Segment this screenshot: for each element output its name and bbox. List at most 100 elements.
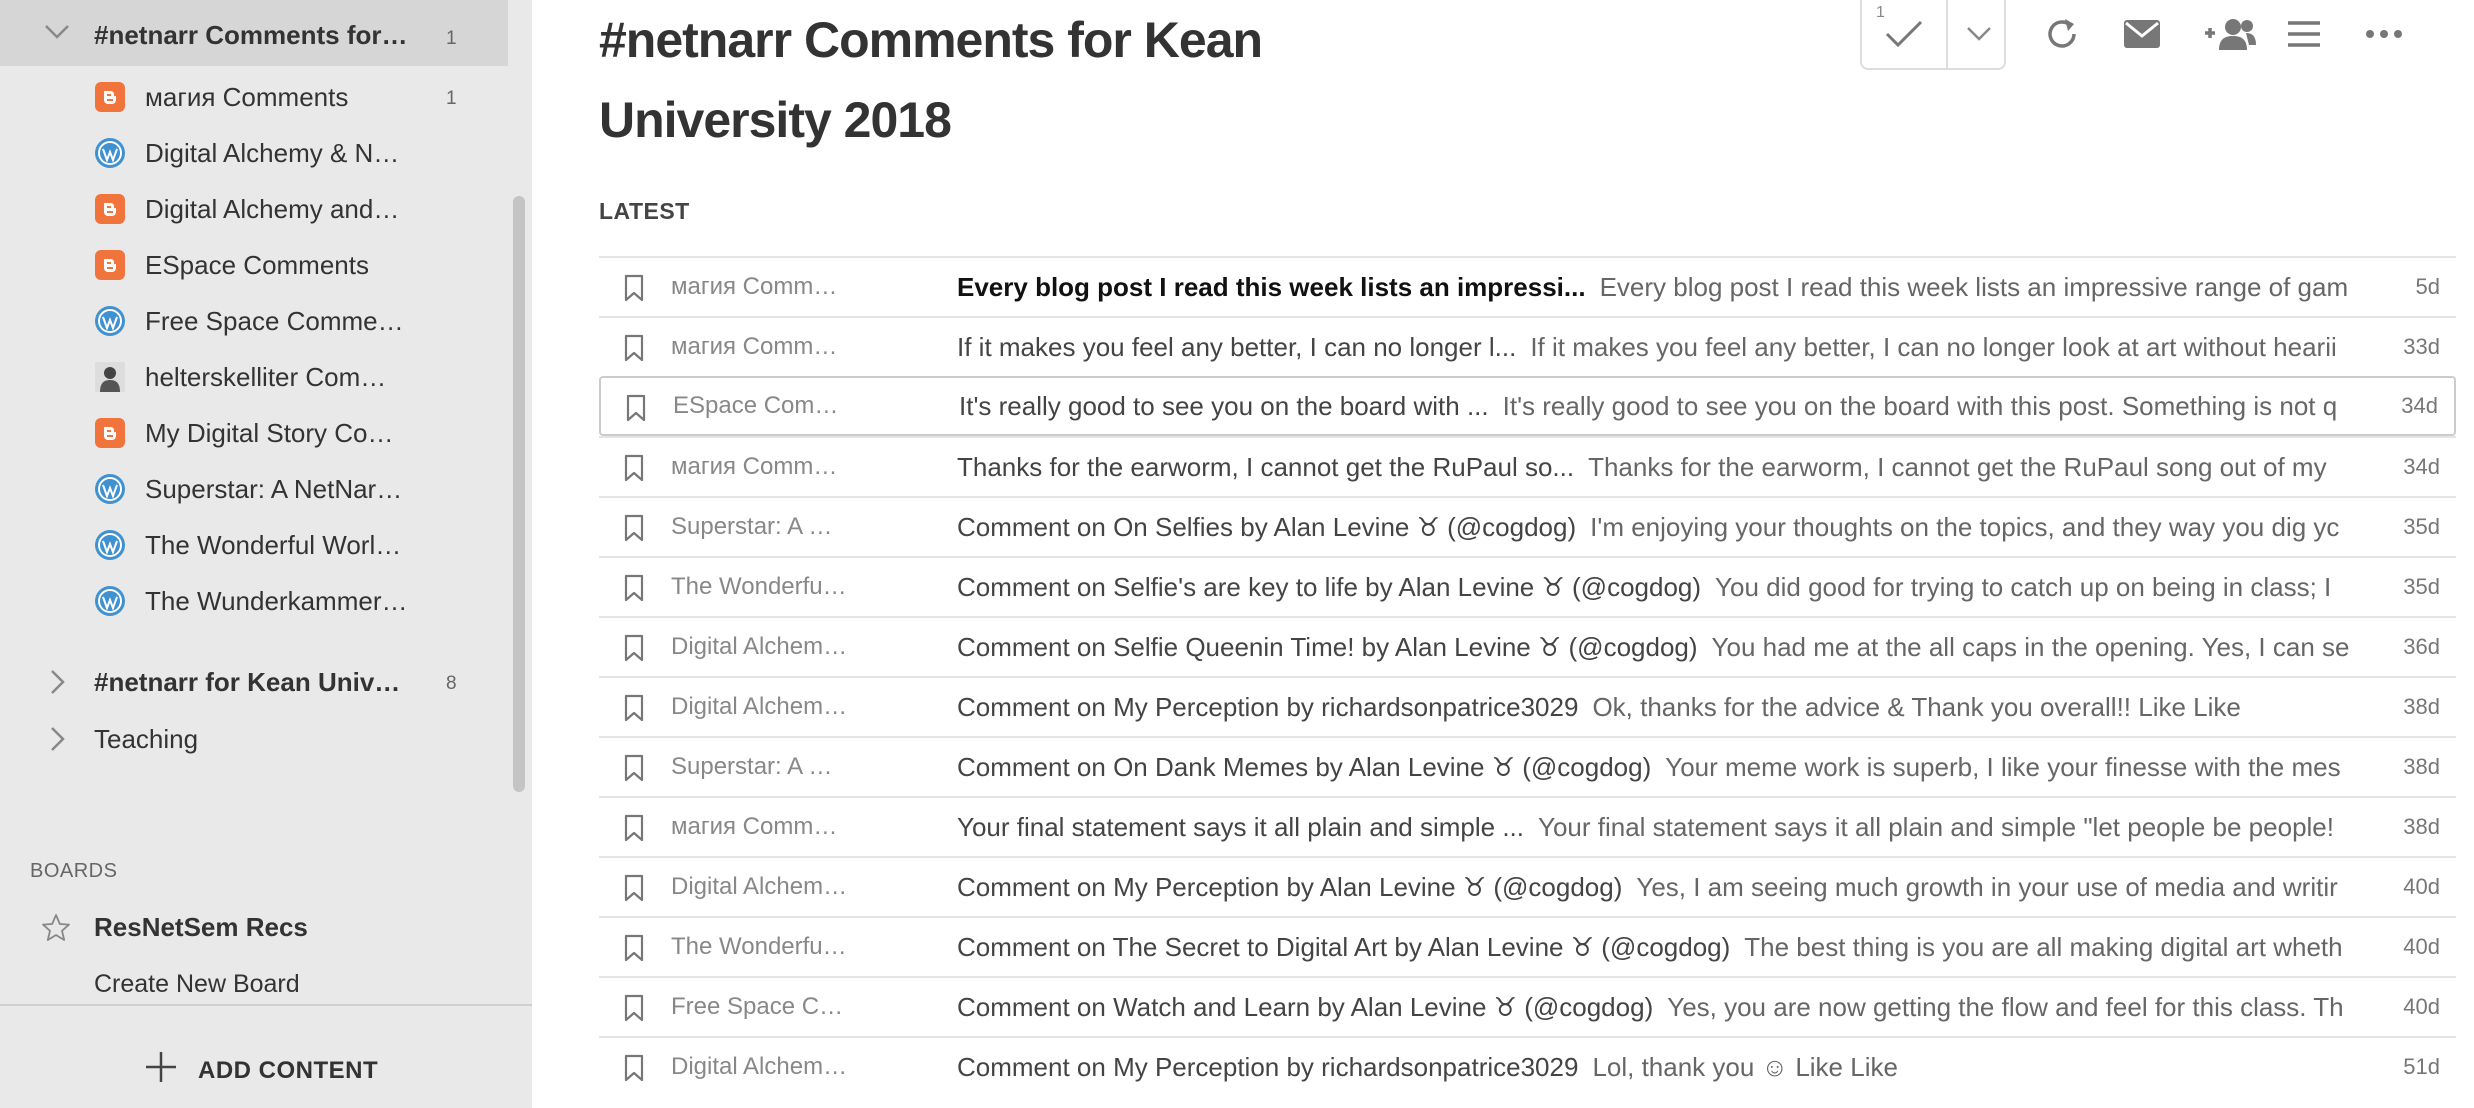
feed-item[interactable]: Free Space Comme… [0, 294, 508, 348]
feed-item[interactable]: магия Comments 1 [0, 70, 508, 124]
share-people-icon[interactable] [2202, 14, 2258, 54]
entry-snippet: Yes, I am seeing much growth in your use… [1636, 871, 2338, 902]
entry-row[interactable]: магия Comm… Thanks for the earworm, I can… [599, 436, 2456, 496]
entry-title: Comment on My Perception by Alan Levine … [957, 871, 1623, 902]
bookmark-icon[interactable] [623, 814, 645, 847]
board-item-resnetsem[interactable]: ResNetSem Recs [94, 912, 308, 943]
bookmark-icon[interactable] [623, 274, 645, 307]
entry-source: Digital Alchem… [671, 873, 848, 900]
create-new-board-link[interactable]: Create New Board [94, 970, 300, 999]
feed-item[interactable]: ESpace Comments [0, 238, 508, 292]
entry-row[interactable]: магия Comm… If it makes you feel any bett… [599, 316, 2456, 376]
entry-title: Your final statement says it all plain a… [957, 811, 1524, 842]
wordpress-icon [95, 474, 125, 504]
entry-age: 36d [2403, 634, 2440, 659]
bookmark-icon[interactable] [623, 514, 645, 547]
entry-title: Comment on Watch and Learn by Alan Levin… [957, 991, 1654, 1022]
entry-source: магия Comm… [671, 273, 838, 300]
feed-item[interactable]: helterskelliter Com… [0, 350, 508, 404]
sidebar: #netnarr Comments for… 1 магия Comments 1… [0, 0, 532, 1108]
wordpress-icon [95, 138, 125, 168]
chevron-right-icon[interactable] [50, 669, 66, 700]
entry-age: 33d [2403, 334, 2440, 359]
entry-content: Comment on The Secret to Digital Art by … [957, 932, 2353, 963]
entry-snippet: Lol, thank you ☺ Like Like [1592, 1051, 1898, 1082]
feed-group-netnarr-comments[interactable]: #netnarr Comments for… 1 [0, 0, 508, 66]
plus-icon [144, 1050, 178, 1091]
entry-row[interactable]: Free Space C… Comment on Watch and Learn … [599, 976, 2456, 1036]
feed-label: Digital Alchemy & N… [145, 138, 400, 168]
entry-source: Digital Alchem… [671, 1053, 848, 1080]
entry-snippet: I'm enjoying your thoughts on the topics… [1590, 511, 2340, 542]
bookmark-icon[interactable] [623, 694, 645, 727]
blogger-icon [95, 418, 125, 448]
feed-item[interactable]: Superstar: A NetNar… [0, 462, 508, 516]
page-title: #netnarr Comments for Kean University 20… [599, 12, 1263, 148]
entry-age: 35d [2403, 574, 2440, 599]
feed-item[interactable]: My Digital Story Co… [0, 406, 508, 460]
chevron-down-icon[interactable] [44, 24, 70, 45]
entry-row[interactable]: магия Comm… Every blog post I read this w… [599, 256, 2456, 316]
bookmark-icon[interactable] [623, 634, 645, 667]
entry-row[interactable]: The Wonderfu… Comment on The Secret to Di… [599, 916, 2456, 976]
mark-as-read-button[interactable]: 1 [1860, 0, 2006, 70]
feed-item[interactable]: The Wunderkammer… [0, 574, 508, 628]
star-icon[interactable] [40, 912, 72, 949]
entry-snippet: Your meme work is superb, I like your fi… [1665, 751, 2341, 782]
entry-row[interactable]: Digital Alchem… Comment on Selfie Queenin… [599, 616, 2456, 676]
feed-item[interactable]: Digital Alchemy & N… [0, 126, 508, 180]
bookmark-icon[interactable] [623, 334, 645, 367]
feed-group-netnarr-kean[interactable]: #netnarr for Kean Univ… 8 [0, 655, 508, 709]
boards-heading: BOARDS [30, 860, 118, 882]
entry-snippet: Ok, thanks for the advice & Thank you ov… [1592, 691, 2241, 722]
bookmark-icon[interactable] [623, 934, 645, 967]
entry-row[interactable]: Digital Alchem… Comment on My Perception … [599, 676, 2456, 736]
feed-item[interactable]: Digital Alchemy and… [0, 182, 508, 236]
entry-title: Comment on On Selfies by Alan Levine ♉ (… [957, 511, 1577, 542]
entry-title: Comment on Selfie Queenin Time! by Alan … [957, 631, 1698, 662]
entry-row[interactable]: ESpace Com… It's really good to see you o… [599, 376, 2456, 436]
chevron-right-icon[interactable] [50, 726, 66, 757]
entry-title: Comment on The Secret to Digital Art by … [957, 931, 1731, 962]
entry-row[interactable]: Digital Alchem… Comment on My Perception … [599, 856, 2456, 916]
sidebar-footer: ADD CONTENT [0, 1004, 532, 1108]
entry-row[interactable]: магия Comm… Your final statement says it … [599, 796, 2456, 856]
bookmark-icon[interactable] [623, 1054, 645, 1087]
bookmark-icon[interactable] [623, 994, 645, 1027]
entry-snippet: Your final statement says it all plain a… [1538, 811, 2334, 842]
feed-label: магия Comments [145, 82, 349, 112]
add-content-button[interactable]: ADD CONTENT [144, 1050, 378, 1091]
entry-title: Comment on On Dank Memes by Alan Levine … [957, 751, 1652, 782]
checkmark-icon[interactable] [1884, 18, 1924, 55]
bookmark-icon[interactable] [623, 574, 645, 607]
wordpress-icon [95, 306, 125, 336]
entry-row[interactable]: Superstar: A … Comment on On Selfies by A… [599, 496, 2456, 556]
sidebar-scrollbar[interactable] [513, 196, 525, 792]
entry-snippet: You had me at the all caps in the openin… [1711, 631, 2350, 662]
entry-row[interactable]: Digital Alchem… Comment on My Perception … [599, 1036, 2456, 1096]
bookmark-icon[interactable] [623, 454, 645, 487]
feed-item[interactable]: The Wonderful Worl… [0, 518, 508, 572]
entry-row[interactable]: The Wonderfu… Comment on Selfie's are key… [599, 556, 2456, 616]
feed-label: ESpace Comments [145, 250, 369, 280]
list-view-icon[interactable] [2284, 14, 2324, 54]
feed-group-teaching[interactable]: Teaching [0, 712, 508, 766]
entry-content: Comment on My Perception by richardsonpa… [957, 692, 2353, 723]
entry-content: Your final statement says it all plain a… [957, 812, 2353, 843]
entry-source: магия Comm… [671, 333, 838, 360]
entry-row[interactable]: Superstar: A … Comment on On Dank Memes b… [599, 736, 2456, 796]
entry-age: 38d [2403, 814, 2440, 839]
entry-age: 40d [2403, 934, 2440, 959]
chevron-down-icon[interactable] [1966, 26, 1992, 47]
email-icon[interactable] [2122, 14, 2162, 54]
bookmark-icon[interactable] [623, 874, 645, 907]
entry-content: Every blog post I read this week lists a… [957, 272, 2353, 303]
bookmark-icon[interactable] [623, 754, 645, 787]
unread-count: 1 [446, 28, 457, 49]
feed-group-title: #netnarr Comments for… [94, 20, 408, 50]
entry-source: The Wonderfu… [671, 933, 847, 960]
bookmark-icon[interactable] [625, 394, 647, 427]
refresh-icon[interactable] [2042, 14, 2082, 54]
entry-source: магия Comm… [671, 813, 838, 840]
more-options-icon[interactable] [2364, 14, 2404, 54]
